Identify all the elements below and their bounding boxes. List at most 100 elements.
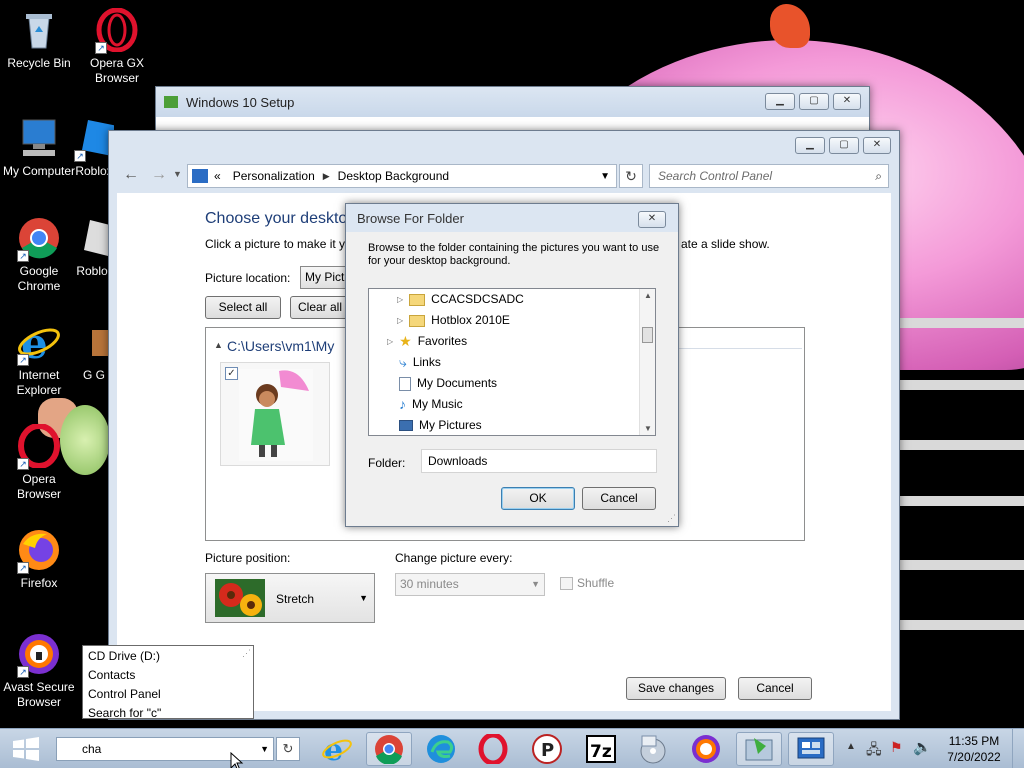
tree-item[interactable]: ♪ My Music — [399, 394, 463, 415]
autocomplete-item[interactable]: Contacts — [88, 667, 135, 686]
show-hidden-icons-icon[interactable]: ▲ — [846, 741, 856, 752]
forward-arrow-icon[interactable]: → — [151, 166, 167, 184]
autocomplete-item[interactable]: CD Drive (D:) — [88, 648, 160, 667]
dialog-titlebar[interactable]: Browse For Folder — [346, 204, 678, 232]
shuffle-checkbox-box — [560, 576, 573, 590]
collapse-group-icon[interactable]: ▲ — [214, 340, 223, 350]
picture-position-select[interactable]: Stretch ▼ — [205, 573, 375, 623]
breadcrumb[interactable]: « Personalization ▶ Desktop Background ▼ — [187, 164, 617, 188]
desktop-icon-recycle-bin[interactable]: Recycle Bin — [1, 8, 77, 71]
taskbar-chrome[interactable] — [366, 732, 412, 766]
taskbar-control-panel[interactable] — [788, 732, 834, 766]
picture-location-select[interactable]: My Pict — [300, 266, 350, 289]
tree-item-label: My Documents — [417, 376, 498, 390]
close-button[interactable]: ✕ — [833, 93, 861, 110]
recent-pages-icon[interactable]: ▼ — [173, 169, 182, 179]
refresh-button[interactable]: ↻ — [619, 164, 643, 188]
desktop-icon-label: G G — [82, 368, 105, 382]
back-arrow-icon[interactable]: ← — [123, 166, 139, 184]
scroll-up-arrow-icon[interactable]: ▲ — [644, 291, 652, 300]
change-picture-every-label: Change picture every: — [395, 551, 513, 565]
minimize-button[interactable]: ▁ — [765, 93, 795, 110]
briefcase-icon — [78, 320, 110, 364]
tree-item[interactable]: ▷ ★ Favorites — [387, 331, 467, 352]
wallpaper-stripe — [880, 318, 1024, 328]
close-button[interactable]: ✕ — [863, 137, 891, 154]
scroll-thumb[interactable] — [642, 327, 653, 343]
search-input[interactable]: Search Control Panel ⌕ — [649, 164, 889, 188]
breadcrumb-overflow[interactable]: « — [214, 169, 221, 183]
setup-titlebar[interactable]: Windows 10 Setup — [156, 87, 869, 117]
desktop-icon-opera[interactable]: ↗ Opera Browser — [1, 423, 77, 502]
taskbar-internet-explorer[interactable]: e — [314, 732, 360, 766]
picture-thumbnail[interactable]: ✓ — [220, 362, 330, 466]
folder-label: Folder: — [368, 456, 406, 470]
folder-input[interactable]: Downloads — [421, 449, 657, 473]
maximize-button[interactable]: ▢ — [799, 93, 829, 110]
desktop-icon-g[interactable]: G G — [78, 320, 110, 383]
search-icon[interactable]: ⌕ — [875, 165, 882, 187]
desktop-icon-opera-gx[interactable]: ↗ Opera GX Browser — [79, 7, 155, 86]
clear-all-button[interactable]: Clear all — [290, 296, 350, 319]
clock-time: 11:35 PM — [948, 734, 1000, 748]
browse-for-folder-dialog[interactable]: Browse For Folder ✕ Browse to the folder… — [345, 203, 679, 527]
desktop-icon-roblox-2[interactable]: Roblo — [74, 216, 110, 279]
volume-icon[interactable]: 🔈 — [913, 738, 932, 756]
tree-scrollbar[interactable]: ▲ ▼ — [639, 289, 655, 435]
change-picture-every-select[interactable]: 30 minutes ▼ — [395, 573, 545, 596]
taskbar-avast[interactable] — [683, 732, 729, 766]
taskbar-media[interactable] — [630, 732, 676, 766]
desktop-icon-firefox[interactable]: ↗ Firefox — [1, 528, 77, 591]
run-go-button[interactable]: ↻ — [276, 737, 300, 761]
dropdown-arrow-icon[interactable]: ▼ — [260, 738, 269, 760]
folder-icon — [409, 293, 426, 306]
opera-icon — [478, 734, 508, 764]
tree-item[interactable]: ▷ Hotblox 2010E — [397, 310, 510, 331]
taskbar-app-p[interactable]: P — [524, 732, 570, 766]
taskbar-7zip[interactable]: 7z — [578, 732, 624, 766]
expand-arrow-icon[interactable]: ▷ — [397, 310, 403, 331]
start-button[interactable] — [12, 737, 40, 761]
desktop-icon-internet-explorer[interactable]: e ↗ Internet Explorer — [1, 319, 77, 398]
tree-item[interactable]: My Documents — [399, 373, 497, 394]
desktop-icon-my-computer[interactable]: My Computer — [1, 116, 77, 179]
dialog-cancel-button[interactable]: Cancel — [582, 487, 656, 510]
taskbar-opera[interactable] — [470, 732, 516, 766]
network-icon[interactable]: 🖧 — [866, 739, 882, 763]
action-center-icon[interactable]: ⚑ — [890, 739, 903, 756]
ok-button[interactable]: OK — [501, 487, 575, 510]
scroll-down-arrow-icon[interactable]: ▼ — [644, 424, 652, 433]
control-panel-titlebar[interactable] — [109, 131, 899, 161]
picture-location-label: Picture location: — [205, 271, 291, 285]
expand-arrow-icon[interactable]: ▷ — [387, 331, 393, 352]
clock[interactable]: 11:35 PM 7/20/2022 — [940, 733, 1008, 765]
dialog-close-button[interactable]: ✕ — [638, 211, 666, 228]
maximize-button[interactable]: ▢ — [829, 137, 859, 154]
breadcrumb-desktop-background[interactable]: Desktop Background — [338, 169, 449, 183]
folder-group-header[interactable]: C:\Users\vm1\My — [227, 338, 334, 354]
tree-item[interactable]: ▷ CCACSDCSADC — [397, 289, 524, 310]
tree-item[interactable]: ⤷ Links — [399, 352, 441, 373]
picture-checkbox[interactable]: ✓ — [225, 367, 238, 380]
shuffle-checkbox[interactable]: Shuffle — [560, 576, 614, 590]
taskbar: cha ▼ ↻ e P 7z ▲ 🖧 ⚑ 🔈 11:35 PM 7/20/202… — [0, 728, 1024, 768]
resize-grip-icon[interactable]: ⋰ — [667, 513, 676, 524]
tree-item[interactable]: My Pictures — [399, 415, 482, 435]
show-desktop-button[interactable] — [1012, 729, 1024, 768]
desktop-icon-google-chrome[interactable]: ↗ Google Chrome — [1, 216, 77, 294]
folder-tree[interactable]: ▷ CCACSDCSADC ▷ Hotblox 2010E ▷ ★ Favori… — [368, 288, 656, 436]
taskbar-setup[interactable] — [736, 732, 782, 766]
autocomplete-item[interactable]: Search for "c" — [88, 705, 161, 724]
cancel-button[interactable]: Cancel — [738, 677, 812, 700]
minimize-button[interactable]: ▁ — [795, 137, 825, 154]
resize-grip-icon[interactable]: ⋰ — [242, 648, 251, 659]
breadcrumb-personalization[interactable]: Personalization — [233, 169, 315, 183]
expand-arrow-icon[interactable]: ▷ — [397, 289, 403, 310]
desktop-icon-avast-secure-browser[interactable]: ↗ Avast Secure Browser — [1, 632, 77, 710]
avast-browser-icon: ↗ — [17, 632, 61, 678]
select-all-button[interactable]: Select all — [205, 296, 281, 319]
taskbar-edge[interactable] — [418, 732, 464, 766]
breadcrumb-dropdown-icon[interactable]: ▼ — [600, 171, 610, 182]
save-changes-button[interactable]: Save changes — [626, 677, 726, 700]
autocomplete-item[interactable]: Control Panel — [88, 686, 161, 705]
